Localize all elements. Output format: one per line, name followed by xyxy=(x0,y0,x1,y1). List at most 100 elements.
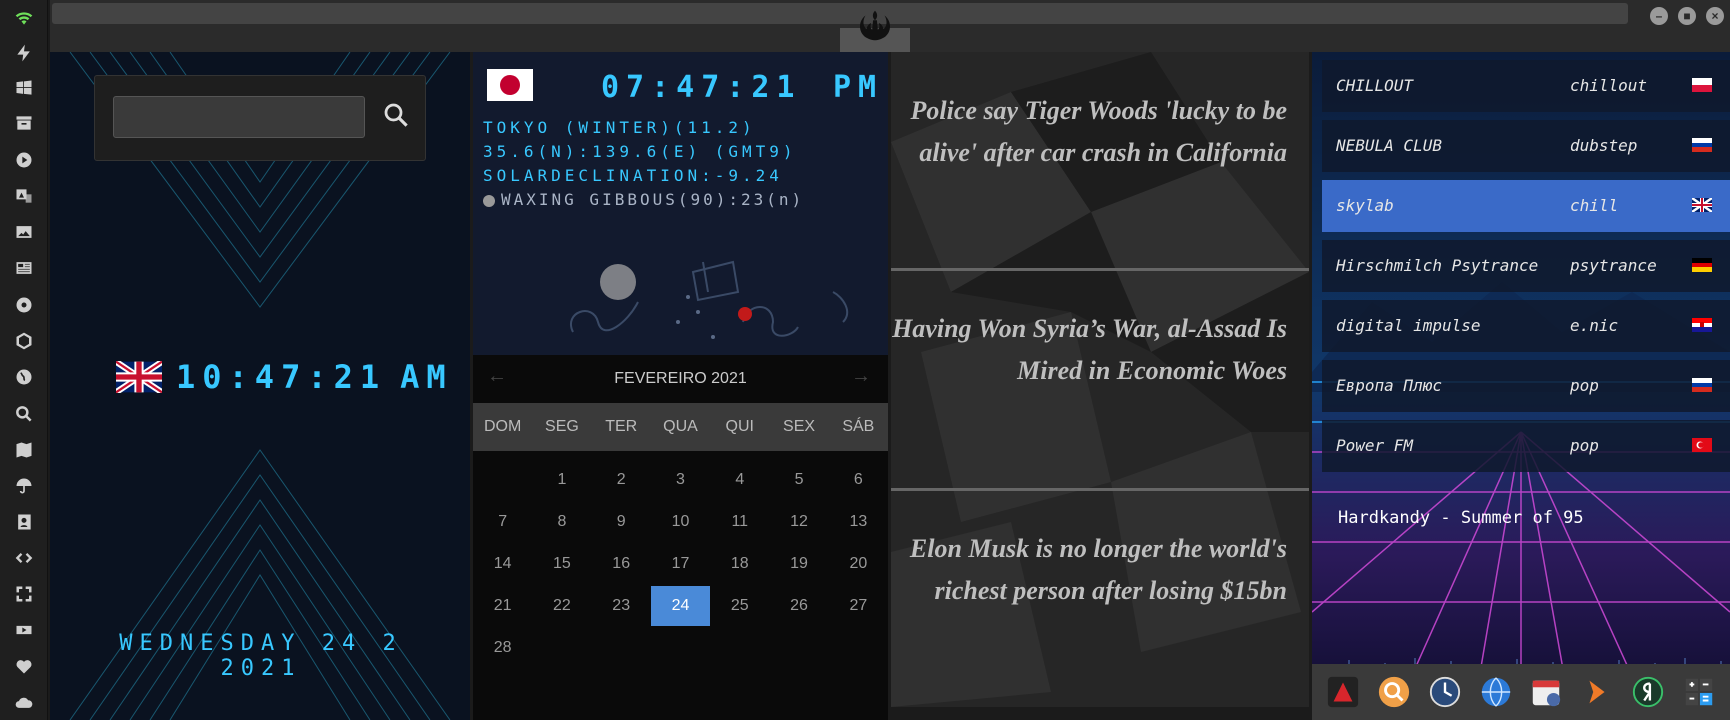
moon-icon xyxy=(483,194,495,207)
radio-station[interactable]: CHILLOUT chillout xyxy=(1322,60,1730,112)
station-name: Hirschmilch Psytrance xyxy=(1336,256,1539,275)
yandex-icon[interactable] xyxy=(1630,674,1666,710)
calendar-day[interactable]: 1 xyxy=(532,459,591,501)
calendar-day xyxy=(473,459,532,501)
heart-icon[interactable] xyxy=(12,654,36,678)
weekday-label: SEG xyxy=(545,418,579,435)
code-icon[interactable] xyxy=(12,546,36,570)
calculator-icon[interactable] xyxy=(1681,674,1717,710)
calendar-day[interactable]: 16 xyxy=(592,543,651,585)
map-icon[interactable] xyxy=(12,438,36,462)
calendar-day-today[interactable]: 24 xyxy=(650,586,711,626)
contacts-icon[interactable] xyxy=(12,510,36,534)
calendar-day[interactable]: 10 xyxy=(651,501,710,543)
next-month-button[interactable]: → xyxy=(851,365,871,388)
translate-icon[interactable] xyxy=(12,184,36,208)
calendar-day[interactable]: 15 xyxy=(532,543,591,585)
news-headline[interactable]: Elon Musk is no longer the world's riche… xyxy=(891,528,1309,612)
calendar-day[interactable]: 9 xyxy=(592,501,651,543)
calendar-day[interactable]: 19 xyxy=(769,543,828,585)
calendar-day[interactable]: 5 xyxy=(769,459,828,501)
calendar-day[interactable]: 28 xyxy=(473,627,532,669)
prev-month-button[interactable]: ← xyxy=(487,365,507,388)
app-red-icon[interactable] xyxy=(1325,674,1361,710)
arrow-app-icon[interactable] xyxy=(1579,674,1615,710)
calendar-day[interactable]: 12 xyxy=(769,501,828,543)
calendar-day[interactable]: 23 xyxy=(592,585,651,627)
search-box xyxy=(94,75,426,161)
umbrella-icon[interactable] xyxy=(12,474,36,498)
search-input[interactable] xyxy=(113,96,365,138)
search-icon[interactable] xyxy=(12,402,36,426)
uk-date: WEDNESDAY 24 2 2021 xyxy=(119,631,403,681)
globe-icon[interactable] xyxy=(12,365,36,389)
radio-station[interactable]: Европа Плюс pop xyxy=(1322,360,1730,412)
radio-station[interactable]: Hirschmilch Psytrance psytrance xyxy=(1322,240,1730,292)
fullscreen-icon[interactable] xyxy=(12,582,36,606)
search-icon[interactable] xyxy=(381,100,411,130)
radio-station[interactable]: skylab chill xyxy=(1322,180,1730,232)
russia-flag-icon xyxy=(1692,138,1712,152)
clock-app-icon[interactable] xyxy=(1427,674,1463,710)
calendar: ← FEVEREIRO 2021 → DOM SEG TER QUA QUI SEX SÁB… xyxy=(473,355,888,720)
calendar-day[interactable]: 18 xyxy=(710,543,769,585)
youtube-icon[interactable] xyxy=(12,618,36,642)
search-app-icon[interactable] xyxy=(1376,674,1412,710)
station-genre: pop xyxy=(1570,376,1599,395)
hexagon-icon[interactable] xyxy=(12,329,36,353)
now-playing: Hardkandy - Summer of 95 xyxy=(1338,508,1584,528)
close-button[interactable]: × xyxy=(1706,7,1724,25)
calendar-day[interactable]: 27 xyxy=(829,585,888,627)
germany-flag-icon xyxy=(1692,258,1712,272)
calendar-day[interactable]: 8 xyxy=(532,501,591,543)
calendar-day[interactable]: 4 xyxy=(710,459,769,501)
radio-station[interactable]: digital impulse e.nic xyxy=(1322,300,1730,352)
news-headline[interactable]: Police say Tiger Woods 'lucky to be aliv… xyxy=(891,90,1309,174)
uk-time: 10:47:21 xyxy=(176,358,387,396)
calendar-day[interactable]: 17 xyxy=(651,543,710,585)
news-icon[interactable] xyxy=(12,256,36,280)
globe-app-icon[interactable] xyxy=(1478,674,1514,710)
poland-flag-icon xyxy=(1692,78,1712,92)
settings-icon[interactable] xyxy=(12,293,36,317)
calendar-day[interactable]: 3 xyxy=(651,459,710,501)
calendar-day[interactable]: 25 xyxy=(710,585,769,627)
calendar-day[interactable]: 26 xyxy=(769,585,828,627)
calendar-header: ← FEVEREIRO 2021 → xyxy=(473,355,888,403)
play-icon[interactable] xyxy=(12,148,36,172)
station-name: NEBULA CLUB xyxy=(1336,136,1442,155)
calendar-day[interactable]: 21 xyxy=(473,585,532,627)
wifi-icon[interactable] xyxy=(12,6,36,30)
news-headline[interactable]: Having Won Syria’s War, al-Assad Is Mire… xyxy=(891,308,1309,392)
calendar-day[interactable]: 14 xyxy=(473,543,532,585)
weekday-label: TER xyxy=(605,418,638,435)
station-genre: pop xyxy=(1570,436,1599,455)
lightning-icon[interactable] xyxy=(12,41,36,65)
calendar-day[interactable]: 13 xyxy=(829,501,888,543)
cloud-icon[interactable] xyxy=(12,690,36,714)
image-icon[interactable] xyxy=(12,220,36,244)
maximize-button[interactable]: ■ xyxy=(1678,7,1696,25)
station-genre: dubstep xyxy=(1570,136,1638,155)
minimize-button[interactable]: – xyxy=(1650,7,1668,25)
title-bar: – ■ × xyxy=(50,0,1730,52)
calendar-day[interactable]: 6 xyxy=(829,459,888,501)
radio-station[interactable]: Power FM pop xyxy=(1322,420,1730,472)
station-genre: chill xyxy=(1570,196,1619,215)
calendar-day[interactable]: 2 xyxy=(592,459,651,501)
calendar-day[interactable]: 22 xyxy=(532,585,591,627)
uk-flag-icon xyxy=(1692,198,1712,212)
croatia-flag-icon xyxy=(1692,318,1712,332)
archive-icon[interactable] xyxy=(12,111,36,135)
tokyo-solar-declination: SOLARDECLINATION:-9.24 xyxy=(483,166,783,185)
station-name: Европа Плюс xyxy=(1336,376,1442,395)
radio-station[interactable]: NEBULA CLUB dubstep xyxy=(1322,120,1730,172)
calendar-app-icon[interactable] xyxy=(1528,674,1564,710)
calendar-day[interactable]: 7 xyxy=(473,501,532,543)
windows-icon[interactable] xyxy=(12,76,36,100)
calendar-day[interactable]: 11 xyxy=(710,501,769,543)
calendar-month: FEVEREIRO 2021 xyxy=(614,370,747,387)
rebel-alliance-icon xyxy=(860,10,890,41)
news-panel: Police say Tiger Woods 'lucky to be aliv… xyxy=(891,52,1309,707)
calendar-day[interactable]: 20 xyxy=(829,543,888,585)
